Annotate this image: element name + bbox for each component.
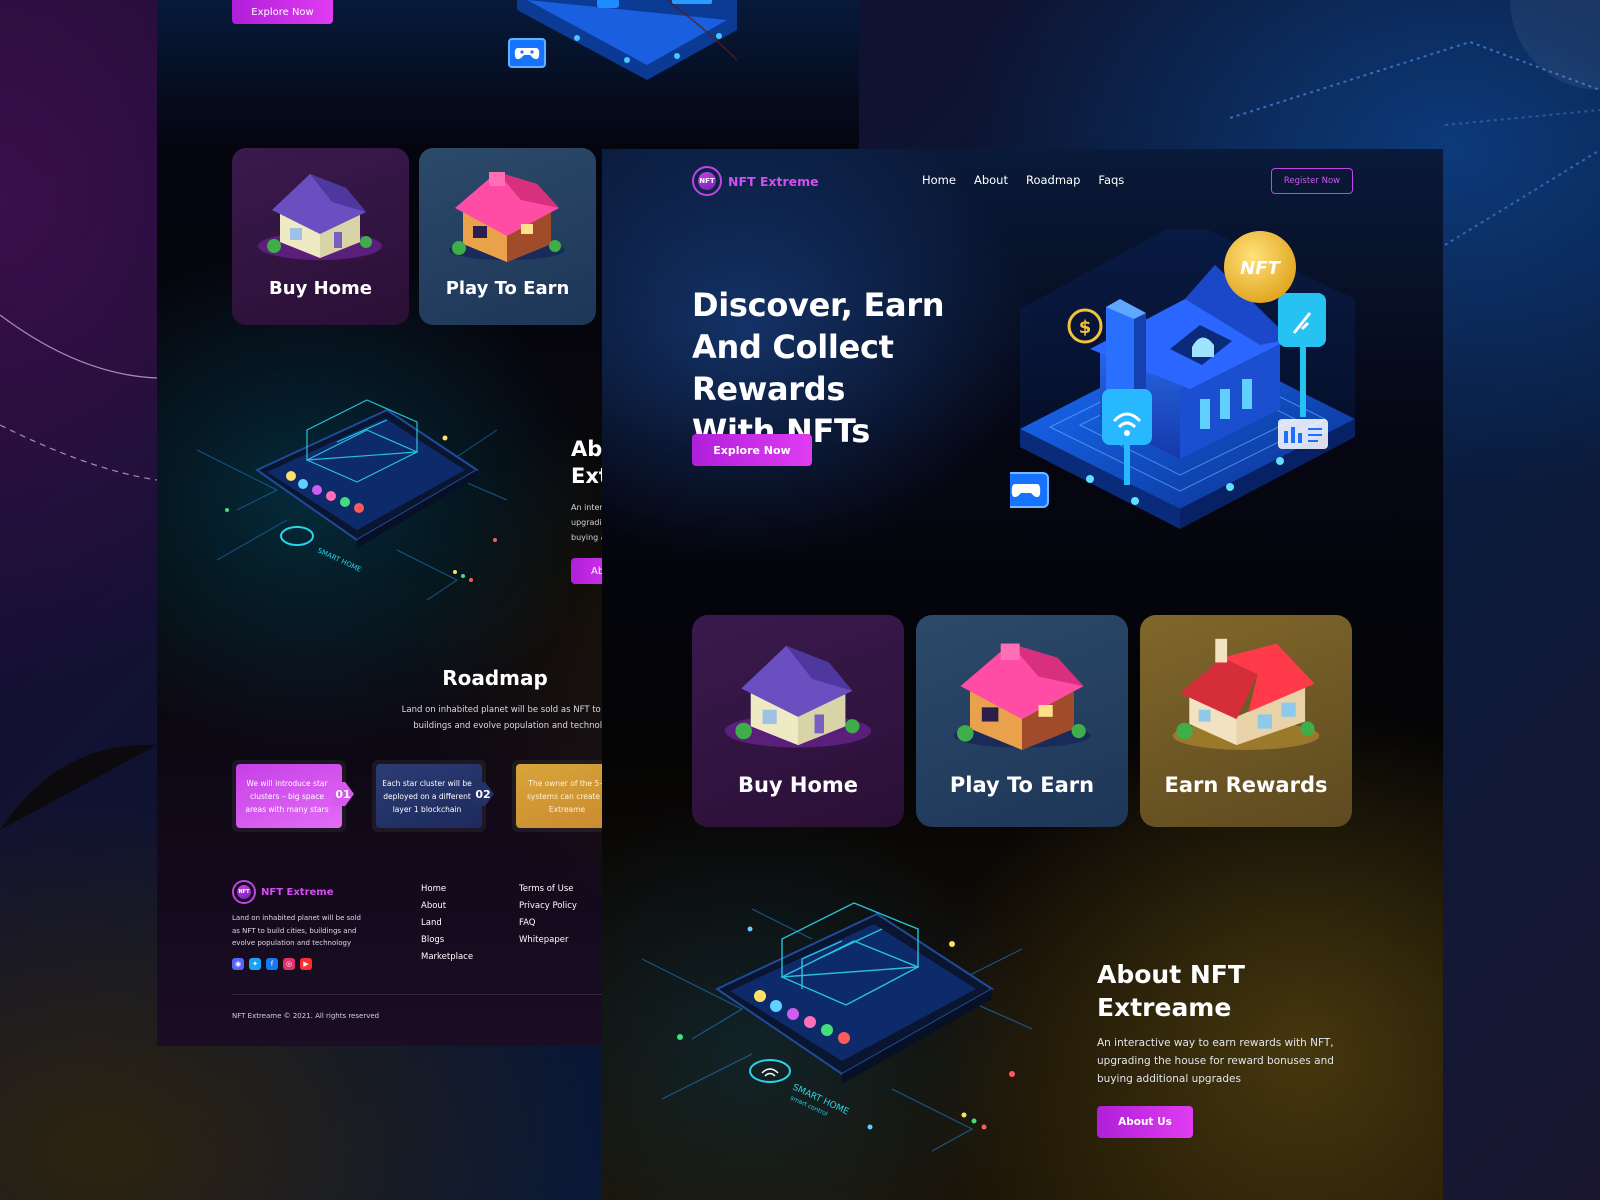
logo-icon: NFT: [692, 166, 722, 196]
earn-rewards-card[interactable]: Earn Rewards: [1140, 615, 1352, 827]
purple-house-icon: [258, 174, 382, 260]
logo-icon: NFT: [232, 880, 256, 904]
roadmap-step-text: Each star cluster will be deployed on a …: [376, 764, 482, 828]
footer-link[interactable]: Whitepaper: [519, 935, 577, 947]
roadmap-step-number: 01: [332, 782, 354, 806]
hero-title: Discover, Earn And Collect Rewards With …: [692, 284, 1032, 452]
buy-home-card[interactable]: Buy Home: [692, 615, 904, 827]
about-title: About NFT Extreame: [1097, 958, 1347, 1024]
card-label: Play To Earn: [445, 278, 570, 299]
about-text: An interactive way to earn rewards with …: [1097, 1037, 1334, 1085]
social-links: ◉ ✦ f ◎ ▶: [232, 958, 312, 970]
smart-home-tablet-illustration: SMART HOME: [197, 399, 508, 601]
footer-link[interactable]: Home: [421, 884, 473, 896]
footer-link[interactable]: About: [421, 901, 473, 913]
instagram-icon[interactable]: ◎: [283, 958, 295, 970]
about-us-button[interactable]: About Us: [1097, 1106, 1193, 1138]
nav-home[interactable]: Home: [922, 173, 956, 187]
footer-link[interactable]: Terms of Use: [519, 884, 577, 896]
play-to-earn-card[interactable]: Play To Earn: [916, 615, 1128, 827]
roadmap-step-2: Each star cluster will be deployed on a …: [372, 760, 494, 832]
card-label: Earn Rewards: [1164, 773, 1328, 797]
register-now-button[interactable]: Register Now: [1271, 168, 1353, 194]
copyright-text: NFT Extreame © 2021. All rights reserved: [232, 1012, 380, 1020]
explore-now-button[interactable]: Explore Now: [692, 434, 812, 466]
roadmap-step-text: We will introduce star clusters – big sp…: [236, 764, 342, 828]
hero-title-line: And Collect Rewards: [692, 328, 894, 408]
youtube-icon[interactable]: ▶: [300, 958, 312, 970]
about-title-line: About NFT: [1097, 960, 1245, 989]
footer-brand-name: NFT Extreme: [261, 886, 334, 898]
svg-text:$: $: [1079, 317, 1092, 338]
red-roof-house-icon: [1172, 638, 1320, 750]
twitter-icon[interactable]: ✦: [249, 958, 261, 970]
facebook-icon[interactable]: f: [266, 958, 278, 970]
hero-title-line: Discover, Earn: [692, 286, 945, 324]
footer-links-col-1: Home About Land Blogs Marketplace: [421, 884, 473, 964]
footer-links-col-2: Terms of Use Privacy Policy FAQ Whitepap…: [519, 884, 577, 947]
main-nav: Home About Roadmap Faqs: [922, 173, 1124, 187]
pink-house-icon: [953, 643, 1091, 750]
roadmap-title: Roadmap: [442, 666, 548, 690]
gamepad-icon: [508, 38, 546, 68]
footer-link[interactable]: Privacy Policy: [519, 901, 577, 913]
nav-about[interactable]: About: [974, 173, 1008, 187]
pink-house-icon: [449, 172, 565, 262]
footer-link[interactable]: Marketplace: [421, 952, 473, 964]
roadmap-step-number: 02: [472, 782, 494, 806]
nav-roadmap[interactable]: Roadmap: [1026, 173, 1080, 187]
footer-link[interactable]: FAQ: [519, 918, 577, 930]
footer-description: Land on inhabited planet will be sold as…: [232, 914, 361, 947]
discord-icon[interactable]: ◉: [232, 958, 244, 970]
roadmap-step-1: We will introduce star clusters – big sp…: [232, 760, 354, 832]
explore-now-button[interactable]: Explore Now: [232, 0, 333, 24]
card-label: Play To Earn: [949, 773, 1095, 797]
footer-link[interactable]: Blogs: [421, 935, 473, 947]
footer-logo[interactable]: NFT NFT Extreme: [232, 880, 333, 904]
isometric-nft-house-illustration: $ NFT: [1010, 229, 1355, 529]
nft-coin-text: NFT: [1240, 258, 1281, 279]
card-label: Buy Home: [737, 773, 859, 797]
play-to-earn-card[interactable]: Play To Earn: [419, 148, 596, 325]
buy-home-card[interactable]: Buy Home: [232, 148, 409, 325]
purple-house-icon: [724, 645, 872, 748]
smart-home-label: SMART HOME: [316, 547, 362, 574]
card-label: Buy Home: [269, 278, 372, 299]
nav-faqs[interactable]: Faqs: [1098, 173, 1124, 187]
smart-home-tablet-illustration: SMART HOME smart control: [642, 902, 1033, 1152]
about-title-line: Extreame: [1097, 993, 1232, 1022]
nav-logo[interactable]: NFT NFT Extreme: [692, 166, 819, 196]
footer-link[interactable]: Land: [421, 918, 473, 930]
brand-name: NFT Extreme: [728, 173, 819, 189]
main-page-mockup: NFT NFT Extreme Home About Roadmap Faqs …: [602, 149, 1443, 1200]
logo-mark: NFT: [698, 172, 716, 190]
